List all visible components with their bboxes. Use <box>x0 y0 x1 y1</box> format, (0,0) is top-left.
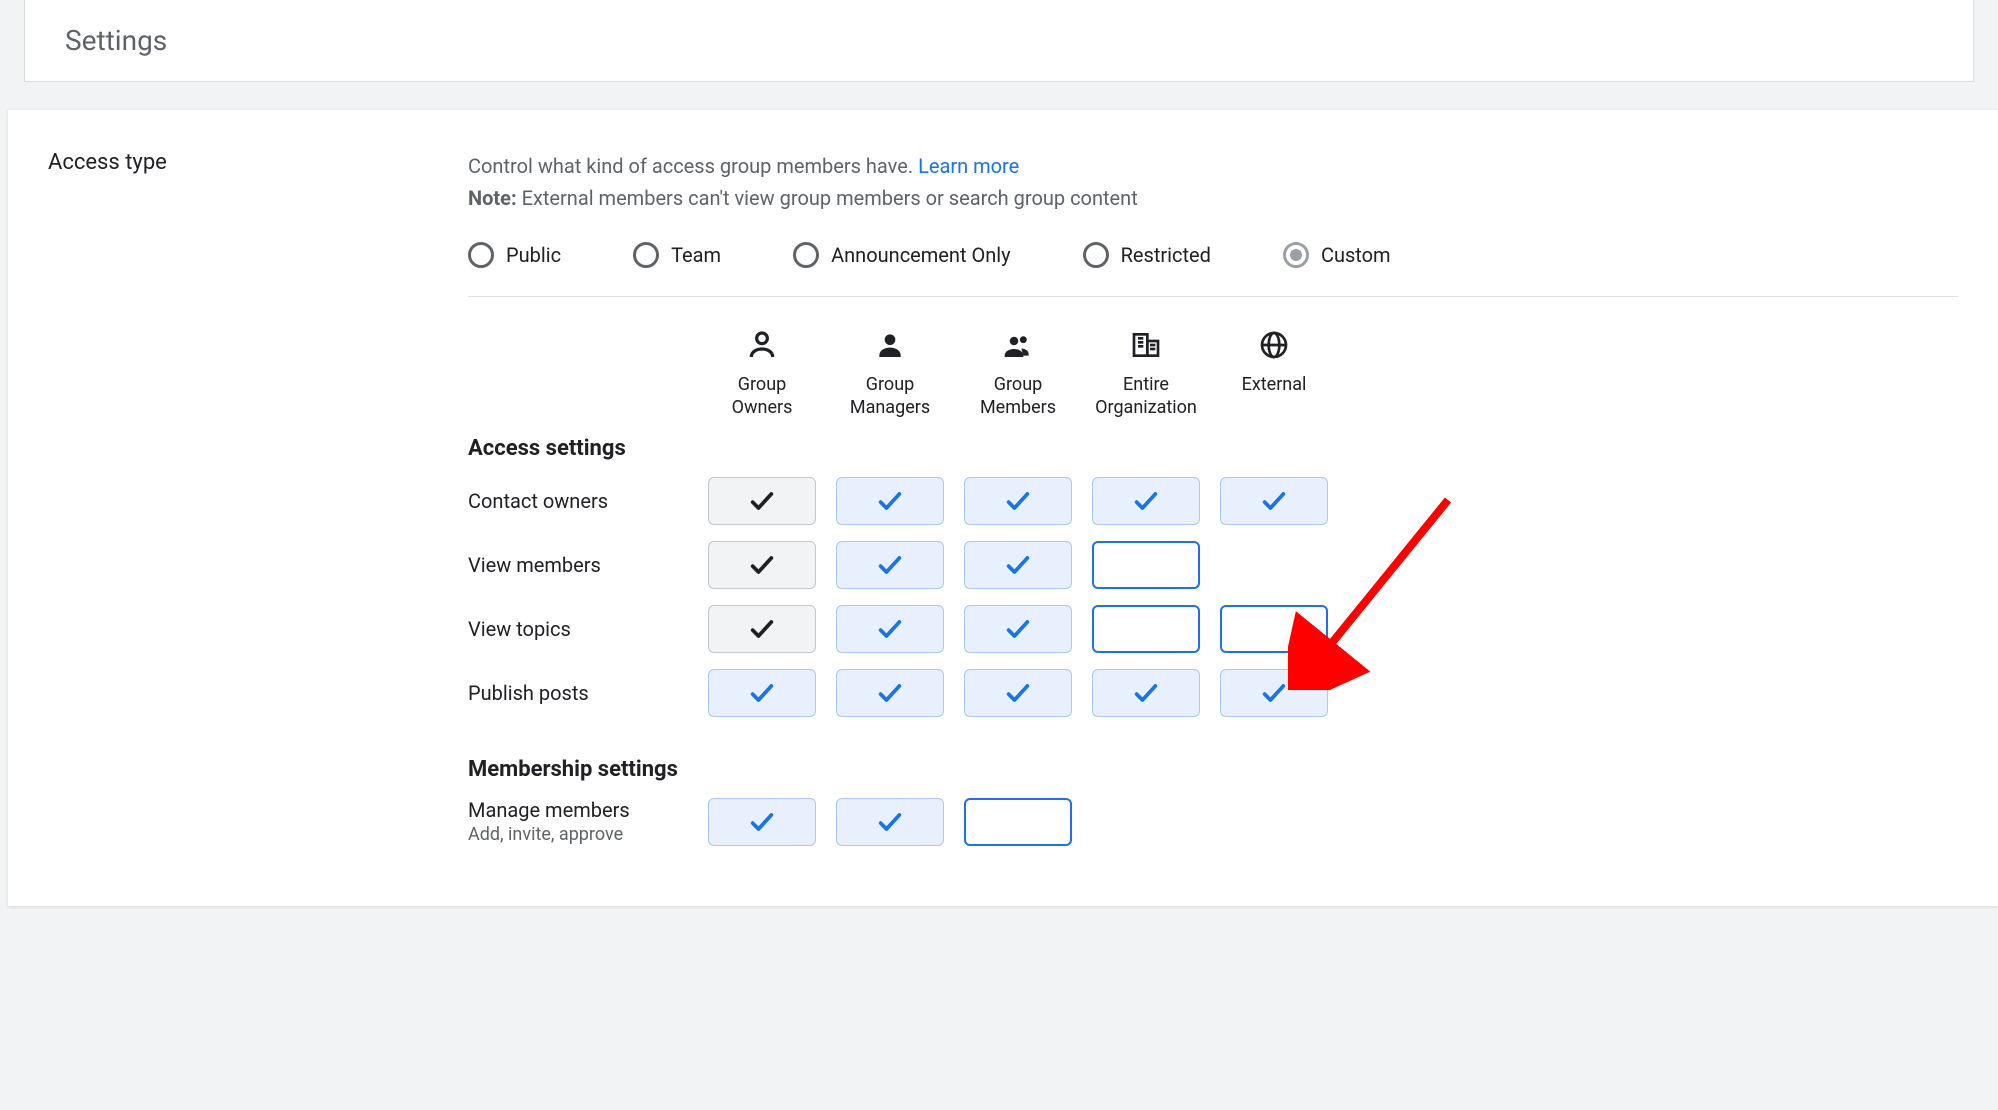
row-label: View topics <box>468 617 708 641</box>
radio-label: Announcement Only <box>831 243 1011 267</box>
radio-custom[interactable]: Custom <box>1283 242 1391 268</box>
column-external: External <box>1220 329 1328 420</box>
radio-label: Team <box>671 243 721 267</box>
row-label: View members <box>468 553 708 577</box>
column-owners: GroupOwners <box>708 329 816 420</box>
column-members: GroupMembers <box>964 329 1072 420</box>
perm-publish-posts-members[interactable] <box>964 669 1072 717</box>
radio-label: Custom <box>1321 243 1391 267</box>
settings-card: Access type Control what kind of access … <box>8 110 1998 906</box>
perm-publish-posts-owners[interactable] <box>708 669 816 717</box>
owner-icon <box>746 329 778 361</box>
radio-circle-icon <box>793 242 819 268</box>
column-managers: GroupManagers <box>836 329 944 420</box>
perm-manage-members-managers[interactable] <box>836 798 944 846</box>
settings-title: Settings <box>65 24 167 57</box>
perm-view-topics-external[interactable] <box>1220 605 1328 653</box>
radio-announcement[interactable]: Announcement Only <box>793 242 1011 268</box>
org-icon <box>1130 329 1162 361</box>
perm-publish-posts-external[interactable] <box>1220 669 1328 717</box>
perm-view-members-owners <box>708 541 816 589</box>
section-title: Access settings <box>468 436 1958 461</box>
radio-team[interactable]: Team <box>633 242 721 268</box>
radio-circle-icon <box>1083 242 1109 268</box>
access-type-radios: Public Team Announcement Only Restricted Cus… <box>468 242 1958 297</box>
perm-view-members-org[interactable] <box>1092 541 1200 589</box>
radio-public[interactable]: Public <box>468 242 561 268</box>
column-label: GroupMembers <box>964 373 1072 420</box>
row-sublabel: Add, invite, approve <box>468 824 708 845</box>
column-label: External <box>1220 373 1328 396</box>
learn-more-link[interactable]: Learn more <box>918 154 1019 178</box>
perm-view-members-managers[interactable] <box>836 541 944 589</box>
row-view-members: View members <box>468 541 1958 589</box>
members-icon <box>1002 329 1034 361</box>
row-label: Publish posts <box>468 681 708 705</box>
perm-contact-owners-members[interactable] <box>964 477 1072 525</box>
perm-contact-owners-owners <box>708 477 816 525</box>
row-label: Manage membersAdd, invite, approve <box>468 798 708 845</box>
perm-contact-owners-external[interactable] <box>1220 477 1328 525</box>
column-org: EntireOrganization <box>1092 329 1200 420</box>
settings-header: Settings <box>24 0 1974 82</box>
perm-contact-owners-org[interactable] <box>1092 477 1200 525</box>
radio-circle-icon <box>468 242 494 268</box>
row-label: Contact owners <box>468 489 708 513</box>
column-label: GroupManagers <box>836 373 944 420</box>
note-label: Note: <box>468 186 517 210</box>
perm-contact-owners-managers[interactable] <box>836 477 944 525</box>
globe-icon <box>1258 329 1290 361</box>
help-line1: Control what kind of access group member… <box>468 154 913 178</box>
note-text: External members can't view group member… <box>517 186 1138 210</box>
column-label: GroupOwners <box>708 373 816 420</box>
perm-manage-members-owners[interactable] <box>708 798 816 846</box>
radio-circle-icon <box>633 242 659 268</box>
perm-view-members-members[interactable] <box>964 541 1072 589</box>
access-type-content: Control what kind of access group member… <box>468 150 1958 846</box>
radio-label: Public <box>506 243 561 267</box>
help-text: Control what kind of access group member… <box>468 150 1958 214</box>
manager-icon <box>874 329 906 361</box>
perm-publish-posts-managers[interactable] <box>836 669 944 717</box>
radio-circle-icon <box>1283 242 1309 268</box>
permissions-matrix: GroupOwners GroupManagers GroupMembers Enti… <box>468 329 1958 846</box>
perm-publish-posts-org[interactable] <box>1092 669 1200 717</box>
side-label-access-type: Access type <box>48 150 468 175</box>
perm-view-topics-managers[interactable] <box>836 605 944 653</box>
radio-label: Restricted <box>1121 243 1211 267</box>
perm-view-topics-members[interactable] <box>964 605 1072 653</box>
column-label: EntireOrganization <box>1092 373 1200 420</box>
radio-restricted[interactable]: Restricted <box>1083 242 1211 268</box>
perm-view-topics-owners <box>708 605 816 653</box>
perm-manage-members-members[interactable] <box>964 798 1072 846</box>
row-publish-posts: Publish posts <box>468 669 1958 717</box>
row-contact-owners: Contact owners <box>468 477 1958 525</box>
perm-view-topics-org[interactable] <box>1092 605 1200 653</box>
row-manage-members: Manage membersAdd, invite, approve <box>468 798 1958 846</box>
section-title: Membership settings <box>468 757 1958 782</box>
row-view-topics: View topics <box>468 605 1958 653</box>
